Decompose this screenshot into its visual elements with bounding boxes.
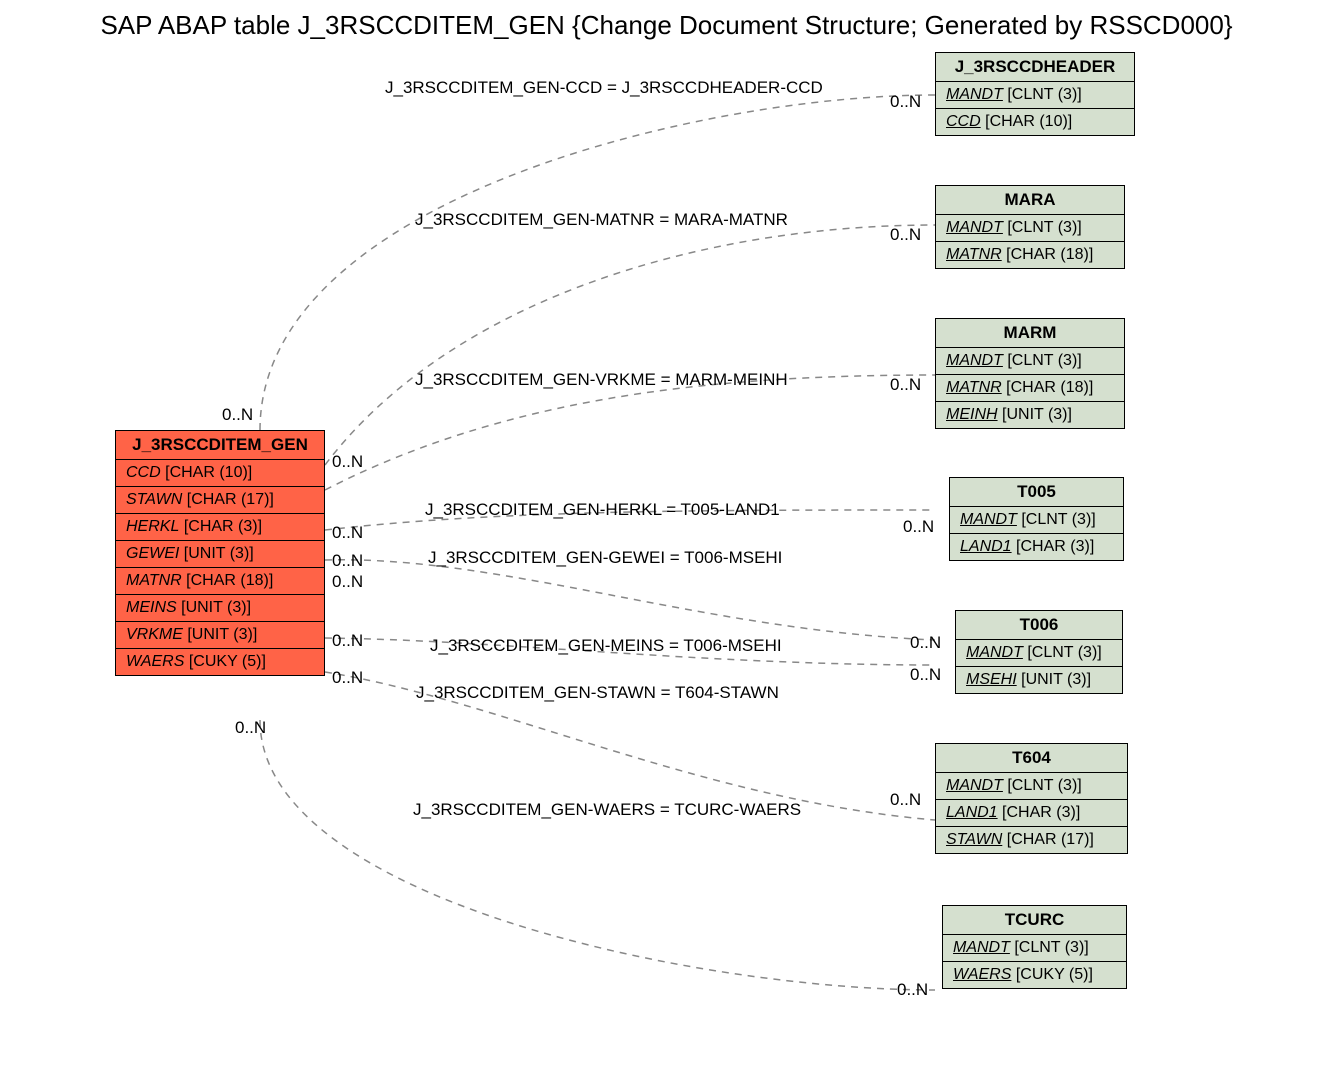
cardinality: 0..N bbox=[903, 517, 934, 537]
entity-header: TCURC bbox=[943, 906, 1126, 935]
field-row: MANDT [CLNT (3)] bbox=[956, 640, 1122, 667]
field-row: STAWN [CHAR (17)] bbox=[116, 487, 324, 514]
cardinality: 0..N bbox=[222, 405, 253, 425]
cardinality: 0..N bbox=[910, 665, 941, 685]
entity-header: MARM bbox=[936, 319, 1124, 348]
field-row: MATNR [CHAR (18)] bbox=[936, 375, 1124, 402]
field-row: MEINH [UNIT (3)] bbox=[936, 402, 1124, 428]
entity-header: T006 bbox=[956, 611, 1122, 640]
cardinality: 0..N bbox=[332, 551, 363, 571]
entity-main-header: J_3RSCCDITEM_GEN bbox=[116, 431, 324, 460]
entity-t006: T006 MANDT [CLNT (3)] MSEHI [UNIT (3)] bbox=[955, 610, 1123, 694]
field-row: MANDT [CLNT (3)] bbox=[950, 507, 1123, 534]
field-row: MANDT [CLNT (3)] bbox=[936, 215, 1124, 242]
cardinality: 0..N bbox=[890, 375, 921, 395]
field-row: LAND1 [CHAR (3)] bbox=[950, 534, 1123, 560]
field-row: MEINS [UNIT (3)] bbox=[116, 595, 324, 622]
field-row: STAWN [CHAR (17)] bbox=[936, 827, 1127, 853]
relation-label: J_3RSCCDITEM_GEN-GEWEI = T006-MSEHI bbox=[428, 548, 782, 568]
relation-label: J_3RSCCDITEM_GEN-MEINS = T006-MSEHI bbox=[430, 636, 782, 656]
entity-header: J_3RSCCDHEADER bbox=[936, 53, 1134, 82]
cardinality: 0..N bbox=[332, 452, 363, 472]
cardinality: 0..N bbox=[332, 523, 363, 543]
entity-header: T604 bbox=[936, 744, 1127, 773]
entity-t005: T005 MANDT [CLNT (3)] LAND1 [CHAR (3)] bbox=[949, 477, 1124, 561]
cardinality: 0..N bbox=[897, 980, 928, 1000]
page-title: SAP ABAP table J_3RSCCDITEM_GEN {Change … bbox=[0, 10, 1333, 41]
field-row: CCD [CHAR (10)] bbox=[116, 460, 324, 487]
entity-mara: MARA MANDT [CLNT (3)] MATNR [CHAR (18)] bbox=[935, 185, 1125, 269]
relation-label: J_3RSCCDITEM_GEN-WAERS = TCURC-WAERS bbox=[413, 800, 801, 820]
cardinality: 0..N bbox=[332, 631, 363, 651]
field-row: LAND1 [CHAR (3)] bbox=[936, 800, 1127, 827]
field-row: GEWEI [UNIT (3)] bbox=[116, 541, 324, 568]
field-row: MANDT [CLNT (3)] bbox=[936, 82, 1134, 109]
field-row: MANDT [CLNT (3)] bbox=[936, 773, 1127, 800]
entity-main: J_3RSCCDITEM_GEN CCD [CHAR (10)] STAWN [… bbox=[115, 430, 325, 676]
cardinality: 0..N bbox=[235, 718, 266, 738]
cardinality: 0..N bbox=[890, 790, 921, 810]
cardinality: 0..N bbox=[332, 572, 363, 592]
entity-marm: MARM MANDT [CLNT (3)] MATNR [CHAR (18)] … bbox=[935, 318, 1125, 429]
field-row: MSEHI [UNIT (3)] bbox=[956, 667, 1122, 693]
field-row: HERKL [CHAR (3)] bbox=[116, 514, 324, 541]
relation-label: J_3RSCCDITEM_GEN-VRKME = MARM-MEINH bbox=[415, 370, 788, 390]
relation-label: J_3RSCCDITEM_GEN-HERKL = T005-LAND1 bbox=[425, 500, 780, 520]
entity-tcurc: TCURC MANDT [CLNT (3)] WAERS [CUKY (5)] bbox=[942, 905, 1127, 989]
cardinality: 0..N bbox=[910, 633, 941, 653]
field-row: CCD [CHAR (10)] bbox=[936, 109, 1134, 135]
field-row: VRKME [UNIT (3)] bbox=[116, 622, 324, 649]
field-row: MATNR [CHAR (18)] bbox=[936, 242, 1124, 268]
relation-label: J_3RSCCDITEM_GEN-MATNR = MARA-MATNR bbox=[415, 210, 788, 230]
field-row: MATNR [CHAR (18)] bbox=[116, 568, 324, 595]
field-row: WAERS [CUKY (5)] bbox=[943, 962, 1126, 988]
relation-label: J_3RSCCDITEM_GEN-STAWN = T604-STAWN bbox=[416, 683, 779, 703]
entity-j3rsccdheader: J_3RSCCDHEADER MANDT [CLNT (3)] CCD [CHA… bbox=[935, 52, 1135, 136]
field-row: MANDT [CLNT (3)] bbox=[943, 935, 1126, 962]
entity-header: T005 bbox=[950, 478, 1123, 507]
cardinality: 0..N bbox=[332, 668, 363, 688]
entity-t604: T604 MANDT [CLNT (3)] LAND1 [CHAR (3)] S… bbox=[935, 743, 1128, 854]
entity-header: MARA bbox=[936, 186, 1124, 215]
field-row: MANDT [CLNT (3)] bbox=[936, 348, 1124, 375]
field-row: WAERS [CUKY (5)] bbox=[116, 649, 324, 675]
relation-label: J_3RSCCDITEM_GEN-CCD = J_3RSCCDHEADER-CC… bbox=[385, 78, 823, 98]
cardinality: 0..N bbox=[890, 225, 921, 245]
cardinality: 0..N bbox=[890, 92, 921, 112]
